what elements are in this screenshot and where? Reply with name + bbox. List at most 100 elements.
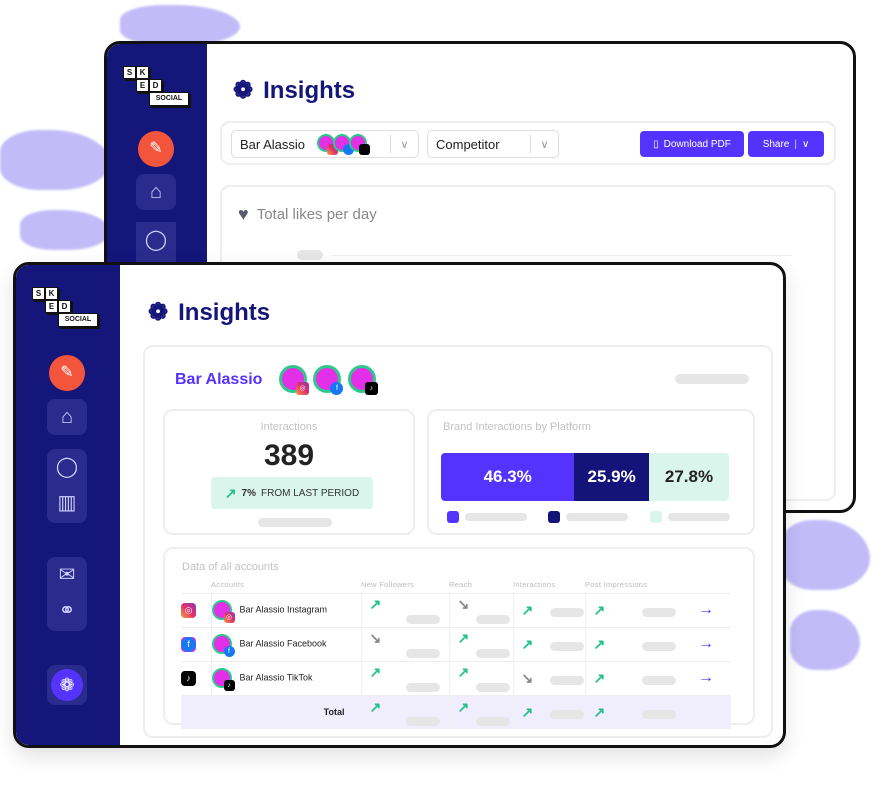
axis-placeholder: [297, 250, 323, 260]
nav-group: ✉ ⚭: [47, 557, 87, 631]
placeholder-bar: [258, 518, 332, 527]
compose-button[interactable]: ✎: [49, 355, 85, 391]
nav-group: ◯ ▥: [47, 449, 87, 523]
col-post-impressions: Post Impressions: [585, 580, 648, 590]
change-badge: ↗ 7% FROM LAST PERIOD: [211, 477, 373, 509]
decor-brush: [20, 210, 110, 250]
filter-bar: Bar Alassio ∨ Competitor ∨ ▯ Download PDF…: [220, 121, 836, 165]
table-row[interactable]: ♪ ♪ Bar Alassio TikTok ↗ ↗ ↘ ↗ →: [181, 660, 731, 695]
account-avatars: [317, 133, 371, 155]
account-avatars: ◎ f ♪: [279, 365, 378, 398]
avatar-facebook: f: [313, 365, 344, 395]
brain-icon: ❁: [148, 299, 169, 326]
account-name: Bar Alassio Facebook: [239, 638, 327, 649]
platform-segment: 25.9%: [574, 453, 649, 501]
decor-brush: [0, 130, 110, 190]
trend-up-icon: ↗: [521, 635, 534, 652]
account-name: Bar Alassio TikTok: [239, 672, 313, 683]
library-icon[interactable]: ▥: [47, 485, 87, 521]
platform-label: Brand Interactions by Platform: [443, 421, 591, 433]
interactions-card: Interactions 389 ↗ 7% FROM LAST PERIOD: [163, 409, 415, 535]
compose-button[interactable]: ✎: [138, 131, 174, 167]
share-button[interactable]: Share | ∨: [748, 131, 824, 157]
download-pdf-button[interactable]: ▯ Download PDF: [640, 131, 744, 157]
trend-up-icon: ↗: [369, 596, 382, 613]
platform-segment: 46.3%: [441, 453, 575, 501]
arrow-right-icon[interactable]: →: [698, 601, 714, 618]
decor-brush: [120, 5, 240, 45]
legend-item: [649, 511, 737, 523]
page-title: ❁ Insights: [233, 76, 356, 105]
table-title: Data of all accounts: [182, 561, 279, 573]
check-circle-icon[interactable]: ◯: [47, 449, 87, 485]
platform-card: Brand Interactions by Platform 46.3% 25.9…: [427, 409, 755, 535]
arrow-right-icon[interactable]: →: [698, 635, 714, 652]
sked-logo: SK ED SOCIAL: [32, 287, 104, 333]
trend-up-icon: ↗: [457, 664, 470, 681]
table-row[interactable]: f f Bar Alassio Facebook ↘ ↗ ↗ ↗ →: [181, 626, 731, 661]
brain-icon: ❁: [51, 669, 83, 701]
facebook-icon: f: [330, 382, 344, 395]
sidebar: SK ED SOCIAL ✎ ⌂ ◯ ▥ ✉ ⚭ ❁: [16, 265, 120, 745]
total-label: Total: [211, 694, 361, 729]
sked-logo: SK ED SOCIAL: [123, 66, 195, 112]
account-select-value: Bar Alassio: [240, 136, 306, 152]
trend-down-icon: ↘: [521, 669, 534, 686]
home-icon: ⌂: [149, 181, 163, 203]
chevron-down-icon: ∨: [530, 135, 558, 153]
avatar: f: [211, 634, 235, 657]
compare-select-value: Competitor: [436, 136, 500, 152]
facebook-icon: f: [181, 636, 196, 652]
col-accounts: Accounts: [211, 580, 245, 590]
insights-panel: Bar Alassio ◎ f ♪ Interactions 389 ↗ 7% FR…: [143, 345, 773, 738]
home-button[interactable]: ⌂: [136, 174, 176, 210]
home-icon: ⌂: [60, 406, 74, 428]
trend-up-icon: ↗: [593, 601, 606, 618]
instagram-icon: ◎: [181, 602, 196, 618]
total-row: Total ↗ ↗ ↗ ↗: [181, 694, 731, 729]
accounts-table-card: Data of all accounts Accounts New Followe…: [163, 547, 755, 729]
trend-up-icon: ↗: [224, 484, 237, 501]
account-select[interactable]: Bar Alassio ∨: [231, 130, 419, 158]
link-icon[interactable]: ⚭: [47, 593, 87, 629]
trend-down-icon: ↘: [457, 596, 470, 613]
home-button[interactable]: ⌂: [47, 399, 87, 435]
trend-up-icon: ↗: [593, 703, 606, 720]
front-window: SK ED SOCIAL ✎ ⌂ ◯ ▥ ✉ ⚭ ❁ ❁ Insights Bar A…: [13, 262, 786, 748]
interactions-label: Interactions: [260, 421, 318, 433]
platform-bar: 46.3% 25.9% 27.8%: [441, 453, 729, 501]
decor-brush: [780, 520, 870, 590]
trend-up-icon: ↗: [369, 664, 382, 681]
chart-title: Total likes per day: [256, 206, 377, 223]
trend-up-icon: ↗: [521, 703, 534, 720]
legend-item: [447, 511, 534, 523]
col-new-followers: New Followers: [361, 580, 415, 590]
account-name: Bar Alassio: [175, 371, 263, 388]
avatar-instagram: ◎: [279, 365, 309, 395]
mail-icon[interactable]: ✉: [47, 557, 87, 593]
placeholder-bar: [675, 374, 749, 384]
chevron-down-icon: ∨: [390, 135, 418, 153]
avatar: ◎: [211, 600, 235, 623]
compare-select[interactable]: Competitor ∨: [427, 130, 559, 158]
table-row[interactable]: ◎ ◎ Bar Alassio Instagram ↗ ↘ ↗ ↗ →: [181, 592, 731, 627]
gridline: [332, 255, 792, 256]
col-reach: Reach: [449, 580, 473, 590]
trend-down-icon: ↘: [369, 630, 382, 647]
tiktok-icon: ♪: [181, 670, 196, 686]
avatar-tiktok: ♪: [347, 365, 378, 395]
interactions-value: 389: [263, 439, 315, 472]
platform-legend: [447, 511, 737, 523]
insights-button[interactable]: ❁: [47, 665, 87, 705]
brain-icon: ❁: [233, 77, 254, 104]
magic-pencil-icon: ✎: [60, 364, 74, 381]
legend-item: [548, 511, 635, 523]
magic-pencil-icon: ✎: [149, 140, 163, 157]
file-download-icon: ▯: [653, 138, 659, 150]
trend-up-icon: ↗: [593, 669, 606, 686]
arrow-right-icon[interactable]: →: [698, 669, 714, 686]
decor-brush: [790, 610, 860, 670]
account-name: Bar Alassio Instagram: [239, 604, 328, 615]
trend-up-icon: ↗: [457, 698, 470, 715]
instagram-icon: ◎: [296, 382, 309, 395]
